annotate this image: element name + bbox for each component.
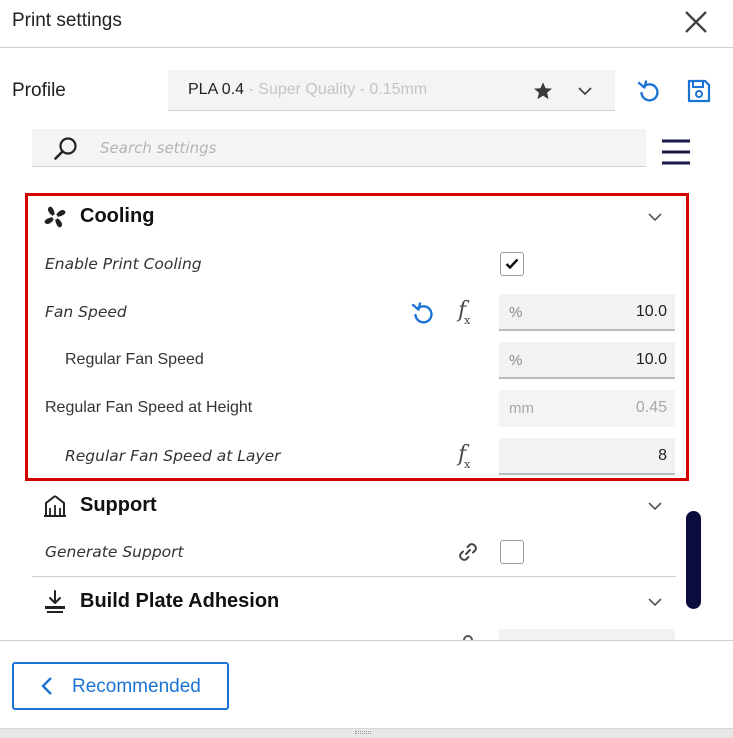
profile-label: Profile — [12, 80, 66, 101]
scrollbar-thumb[interactable] — [686, 511, 701, 609]
link-icon[interactable] — [455, 539, 481, 565]
setting-label-enable-print-cooling: Enable Print Cooling — [45, 255, 202, 273]
section-divider — [32, 576, 676, 577]
footer-divider — [0, 640, 733, 641]
clipped-input — [499, 629, 675, 640]
hamburger-menu-icon[interactable] — [660, 136, 692, 168]
regular-fan-speed-at-layer-input[interactable]: 8 — [499, 438, 675, 475]
chevron-down-icon[interactable] — [646, 497, 664, 515]
close-icon[interactable] — [682, 8, 710, 36]
setting-label-generate-support: Generate Support — [45, 543, 184, 561]
field-value: 10.0 — [635, 303, 667, 320]
formula-icon[interactable]: fx — [458, 442, 472, 471]
field-value: 8 — [658, 447, 667, 464]
checkmark-icon — [505, 258, 519, 270]
search-icon — [54, 137, 77, 160]
chevron-down-icon[interactable] — [576, 82, 594, 100]
field-value: 0.45 — [635, 399, 667, 416]
regular-fan-speed-at-height-input: mm 0.45 — [499, 390, 675, 427]
field-value: 10.0 — [635, 351, 667, 368]
generate-support-checkbox[interactable] — [500, 540, 524, 564]
fan-icon — [44, 206, 66, 228]
recommended-label: Recommended — [72, 676, 201, 697]
chevron-left-icon — [41, 677, 52, 695]
chevron-down-icon[interactable] — [646, 593, 664, 611]
category-title: Support — [80, 494, 157, 516]
unit-label: mm — [509, 400, 534, 417]
window-titlebar: Print settings — [0, 0, 733, 48]
save-icon[interactable] — [686, 78, 712, 104]
profile-row: Profile PLA 0.4 - Super Quality - 0.15mm — [0, 70, 733, 112]
search-input[interactable] — [100, 133, 620, 163]
reset-icon[interactable] — [410, 300, 436, 326]
enable-print-cooling-checkbox[interactable] — [500, 252, 524, 276]
setting-label-regular-fan-speed-at-layer: Regular Fan Speed at Layer — [65, 447, 281, 465]
regular-fan-speed-input[interactable]: % 10.0 — [499, 342, 675, 379]
support-icon — [44, 495, 66, 517]
category-title: Build Plate Adhesion — [80, 590, 280, 612]
category-cooling[interactable]: Cooling — [32, 198, 678, 234]
reset-icon[interactable] — [636, 78, 662, 104]
category-support[interactable]: Support — [32, 487, 678, 523]
profile-select[interactable]: PLA 0.4 - Super Quality - 0.15mm — [168, 70, 615, 111]
category-build-plate-adhesion[interactable]: Build Plate Adhesion — [32, 583, 678, 619]
profile-name: PLA 0.4 - Super Quality - 0.15mm — [188, 81, 427, 99]
formula-icon[interactable]: fx — [458, 298, 472, 327]
link-icon — [463, 635, 473, 640]
profile-quality: - Super Quality - 0.15mm — [244, 81, 428, 98]
unit-label: % — [509, 352, 523, 369]
star-icon[interactable] — [532, 80, 554, 102]
chevron-down-icon[interactable] — [646, 208, 664, 226]
recommended-button[interactable]: Recommended — [12, 662, 229, 710]
profile-material: PLA 0.4 — [188, 81, 245, 98]
setting-label-regular-fan-speed: Regular Fan Speed — [65, 351, 204, 368]
fan-speed-input[interactable]: % 10.0 — [499, 294, 675, 331]
setting-label-regular-fan-speed-at-height: Regular Fan Speed at Height — [45, 399, 253, 416]
setting-label-fan-speed: Fan Speed — [45, 303, 127, 321]
unit-label: % — [509, 304, 523, 321]
category-title: Cooling — [80, 205, 155, 227]
search-bar — [32, 129, 646, 167]
resize-bar[interactable] — [0, 728, 733, 738]
window-title: Print settings — [12, 10, 122, 31]
adhesion-icon — [45, 590, 65, 613]
resize-grip[interactable] — [355, 731, 371, 734]
